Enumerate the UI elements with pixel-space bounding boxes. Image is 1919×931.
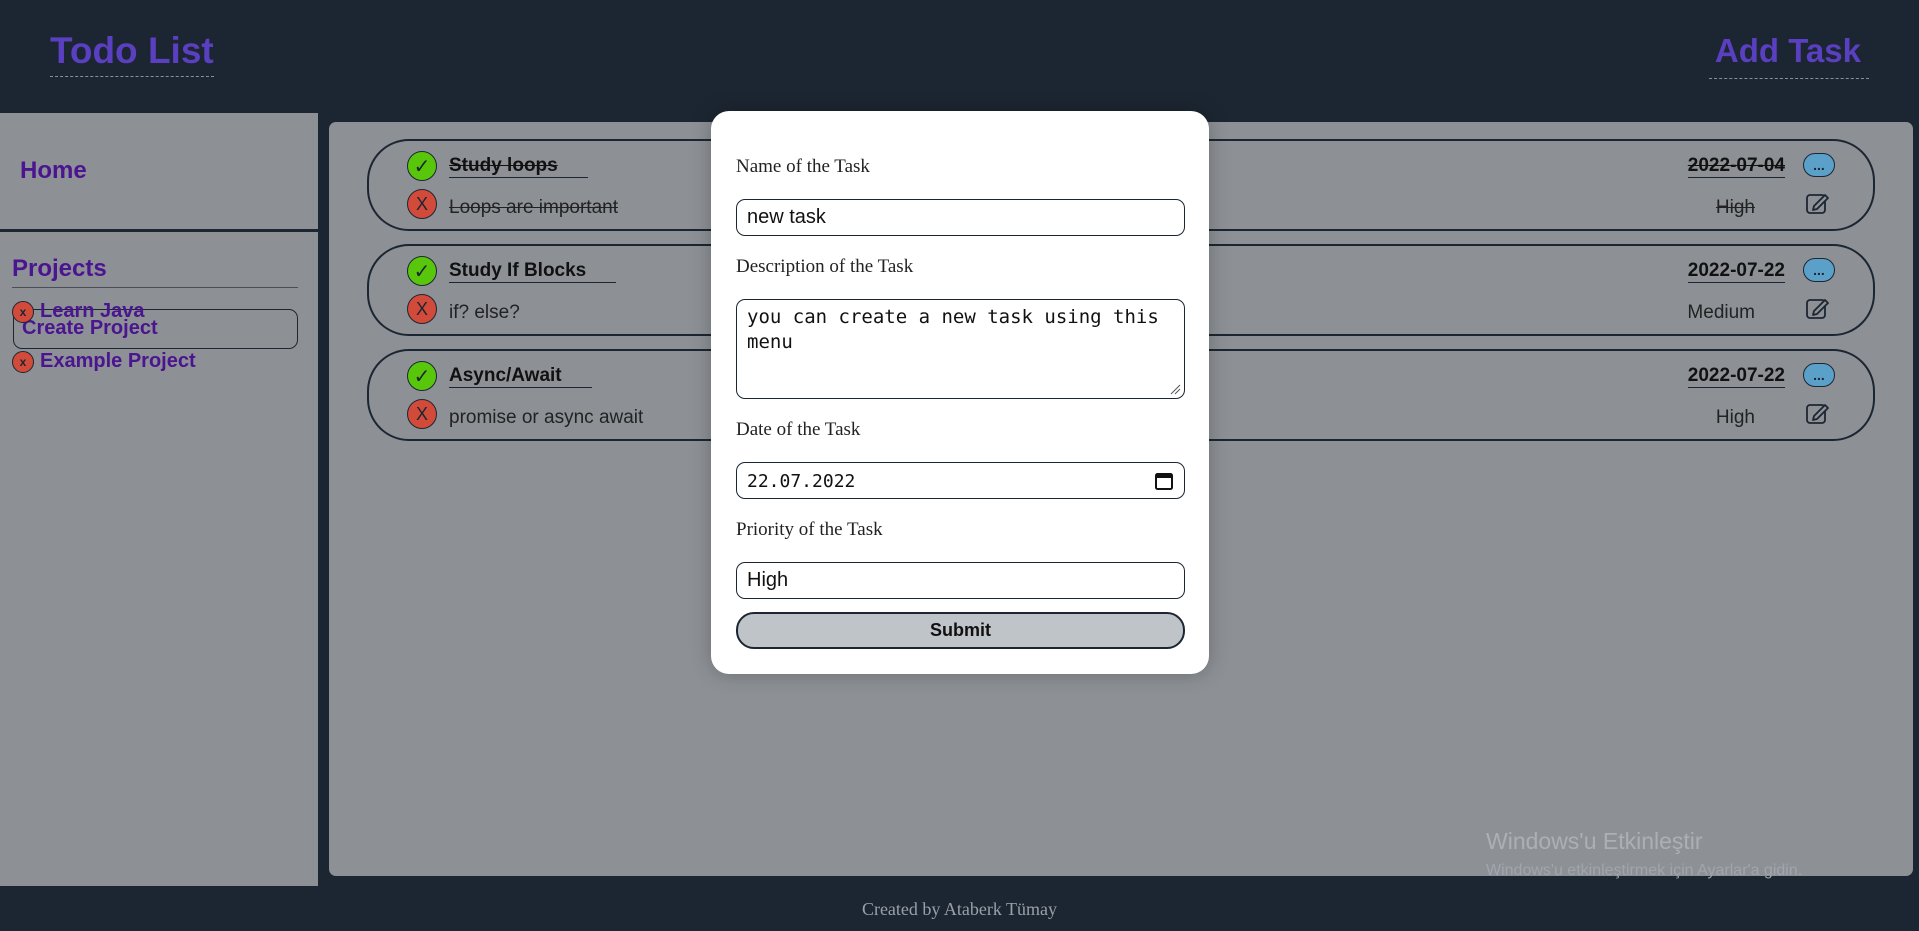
edit-icon[interactable] (1805, 296, 1831, 322)
header: Todo List Add Task (0, 0, 1919, 113)
footer: Created by Ataberk Tümay (0, 886, 1919, 931)
remove-project-icon[interactable]: x (12, 350, 34, 373)
more-details-button[interactable]: ... (1803, 153, 1835, 177)
task-date: 2022-07-22 (1687, 260, 1785, 283)
task-priority-input[interactable] (736, 562, 1185, 599)
sidebar: Home Projects Create Project x Learn Jav… (0, 113, 318, 886)
task-priority-label: Priority of the Task (736, 519, 883, 540)
sidebar-separator (318, 113, 324, 886)
add-task-modal: Name of the Task Description of the Task… (711, 111, 1209, 674)
more-details-button[interactable]: ... (1803, 363, 1835, 387)
task-date: 2022-07-22 (1687, 365, 1785, 388)
footer-credit: Created by Ataberk Tümay (861, 899, 1058, 919)
task-date-label: Date of the Task (736, 419, 861, 440)
task-description: promise or async await (449, 407, 644, 428)
task-title: Study If Blocks (449, 260, 617, 283)
sidebar-divider (0, 229, 318, 232)
complete-check-icon[interactable]: ✓ (407, 256, 437, 286)
project-name[interactable]: Example Project (40, 350, 196, 373)
submit-button[interactable]: Submit (736, 612, 1185, 649)
activation-watermark-title: Windows'u Etkinleştir (1486, 828, 1703, 854)
task-date-value: 22.07.2022 (747, 471, 856, 492)
task-name-label: Name of the Task (736, 156, 870, 177)
sidebar-item-home[interactable]: Home (20, 157, 87, 185)
more-details-button[interactable]: ... (1803, 258, 1835, 282)
task-name-input[interactable] (736, 199, 1185, 236)
delete-x-icon[interactable]: X (407, 294, 437, 324)
task-description-label: Description of the Task (736, 256, 914, 277)
task-description-value: you can create a new task using this men… (747, 306, 1159, 353)
task-priority: High (1715, 407, 1755, 428)
project-item[interactable]: x Example Project (12, 350, 196, 373)
task-priority: Medium (1687, 302, 1755, 323)
delete-x-icon[interactable]: X (407, 399, 437, 429)
edit-icon[interactable] (1805, 191, 1831, 217)
task-title: Study loops (449, 155, 588, 178)
edit-icon[interactable] (1805, 401, 1831, 427)
add-task-button[interactable]: Add Task (1708, 32, 1869, 79)
task-title: Async/Await (449, 365, 592, 388)
project-name[interactable]: Learn Java (40, 300, 145, 323)
calendar-icon[interactable] (1154, 471, 1174, 491)
complete-check-icon[interactable]: ✓ (407, 361, 437, 391)
complete-check-icon[interactable]: ✓ (407, 151, 437, 181)
task-description-textarea[interactable]: you can create a new task using this men… (736, 299, 1185, 399)
projects-heading: Projects (12, 255, 298, 288)
delete-x-icon[interactable]: X (407, 189, 437, 219)
project-item[interactable]: x Learn Java (12, 300, 145, 323)
task-description: Loops are important (449, 197, 618, 218)
task-priority: High (1715, 197, 1755, 218)
remove-project-icon[interactable]: x (12, 300, 34, 323)
activation-watermark-subtitle: Windows'u etkinleştirmek için Ayarlar'a … (1486, 862, 1803, 879)
task-date: 2022-07-04 (1687, 155, 1785, 178)
resize-grip-icon[interactable] (1169, 383, 1181, 395)
task-date-input[interactable]: 22.07.2022 (736, 462, 1185, 499)
task-description: if? else? (449, 302, 520, 323)
app-title[interactable]: Todo List (50, 30, 214, 77)
